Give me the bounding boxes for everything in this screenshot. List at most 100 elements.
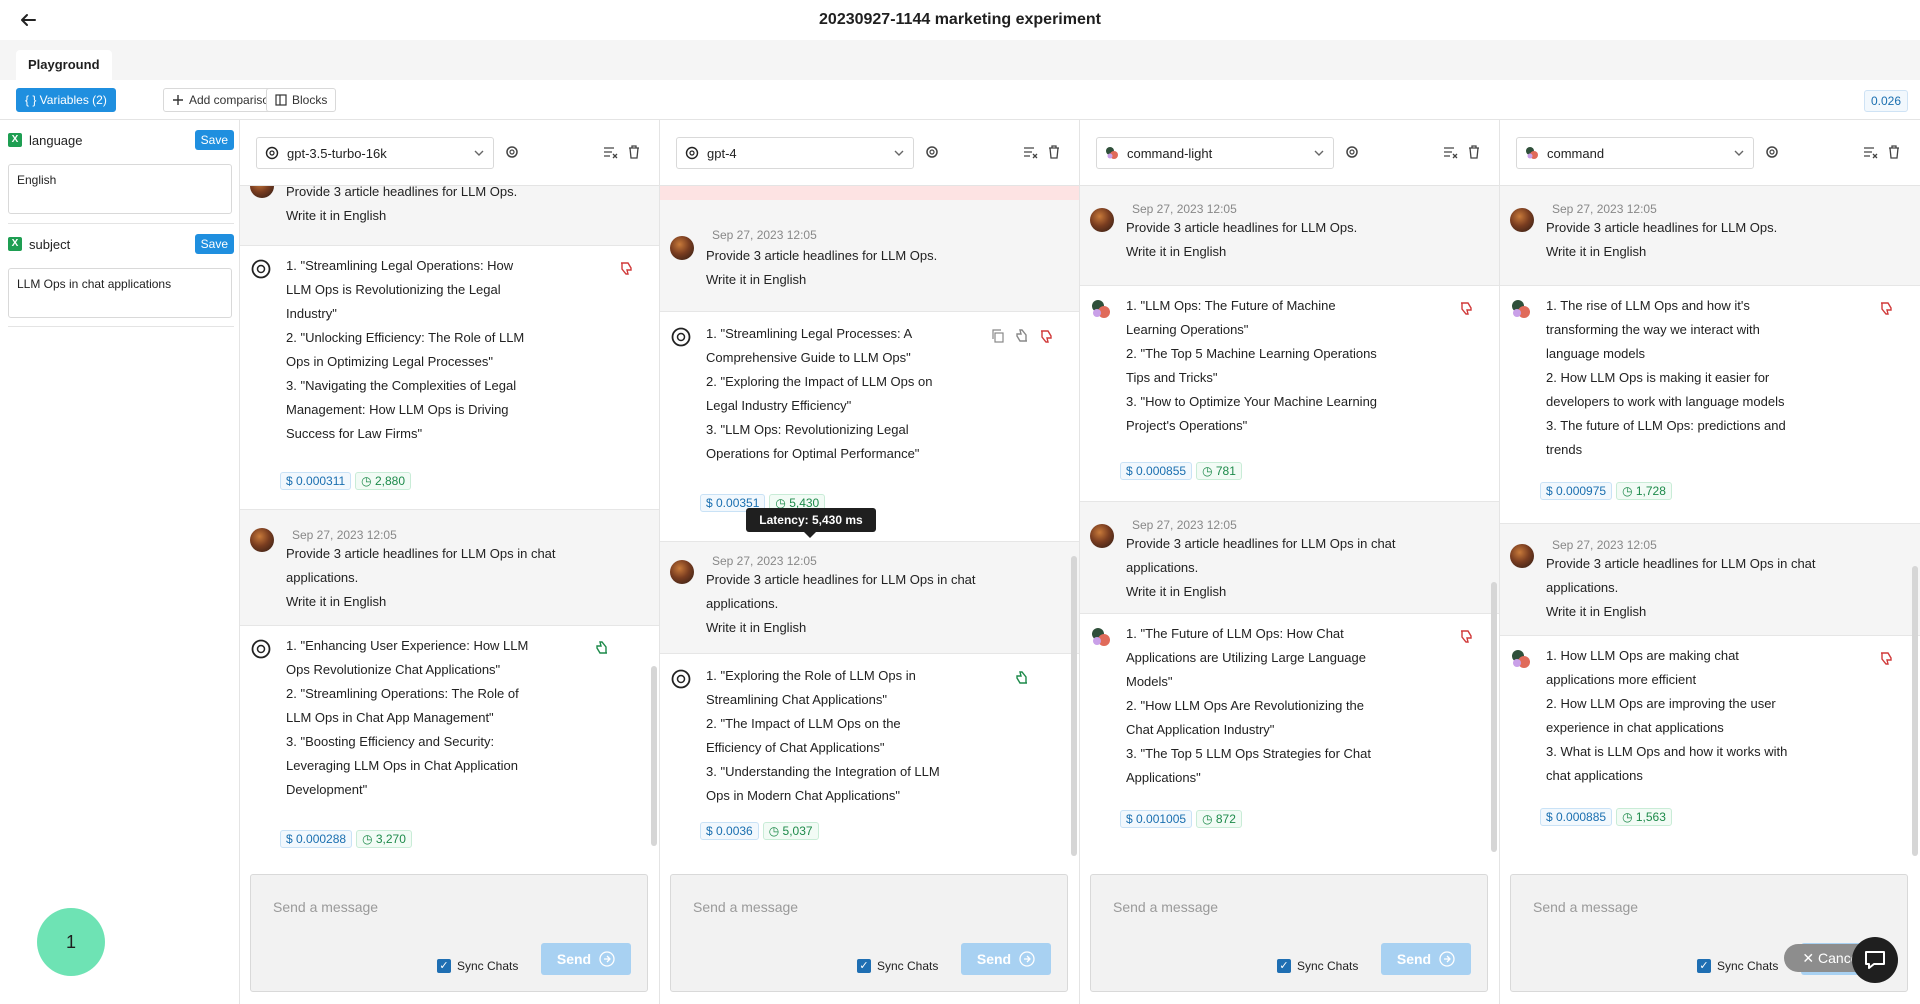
send-label: Send xyxy=(556,951,592,967)
thumbs-down-icon[interactable] xyxy=(1038,328,1054,344)
line: 2. "How LLM Ops Are Revolutionizing the xyxy=(1126,698,1365,713)
message-composer[interactable]: Send a message ✓Sync Chats Send xyxy=(1090,874,1488,992)
message-stats: $ 0.0036 ◷ 5,037 xyxy=(700,822,819,840)
scrollbar[interactable] xyxy=(1491,582,1497,852)
send-button[interactable]: Send xyxy=(541,943,631,975)
message-composer[interactable]: Send a message ✓Sync Chats Send xyxy=(250,874,648,992)
line: Applications are Utilizing Large Languag… xyxy=(1126,650,1366,665)
latency-value: 3,270 xyxy=(375,832,406,846)
line: LLM Ops is Revolutionizing the Legal xyxy=(286,282,501,297)
gear-icon[interactable] xyxy=(924,144,940,160)
sync-chats-checkbox[interactable]: ✓ Sync Chats xyxy=(1277,959,1358,973)
thumbs-up-icon[interactable] xyxy=(1014,328,1030,344)
support-chat-button[interactable] xyxy=(1852,937,1898,983)
line: Management: How LLM Ops is Driving xyxy=(286,402,509,417)
trash-icon[interactable] xyxy=(1046,144,1062,160)
clear-chat-icon[interactable] xyxy=(1022,144,1038,160)
clear-chat-icon[interactable] xyxy=(602,144,618,160)
save-button[interactable]: Save xyxy=(194,234,234,254)
message-text: 1. "LLM Ops: The Future of Machine Learn… xyxy=(1126,294,1377,438)
latency-badge[interactable]: ◷ 3,270 xyxy=(356,830,412,848)
latency-badge[interactable]: ◷ 5,037 xyxy=(762,822,819,840)
variable-value-field[interactable]: LLM Ops in chat applications xyxy=(8,268,232,318)
variables-button[interactable]: { } Variables (2) xyxy=(16,88,116,112)
trash-icon[interactable] xyxy=(1886,144,1902,160)
thumbs-down-icon[interactable] xyxy=(1878,650,1894,666)
line: 2. How LLM Ops is making it easier for xyxy=(1546,370,1770,385)
timestamp: Sep 27, 2023 12:05 xyxy=(1132,518,1237,532)
message-composer[interactable]: Send a message ✓Sync Chats Send xyxy=(670,874,1068,992)
line: Models" xyxy=(1126,674,1173,689)
message-input[interactable]: Send a message xyxy=(1113,899,1218,915)
divider xyxy=(8,223,234,224)
thumbs-up-icon[interactable] xyxy=(1014,670,1030,686)
notification-badge[interactable]: 1 xyxy=(37,908,105,976)
sync-chats-checkbox[interactable]: ✓ Sync Chats xyxy=(437,959,518,973)
message-stats: $ 0.000855 ◷ 781 xyxy=(1120,462,1242,480)
model-select[interactable]: command xyxy=(1516,137,1754,169)
message-list: Provide 3 article headlines for LLM Ops.… xyxy=(240,186,659,860)
line: 2. "Streamlining Operations: The Role of xyxy=(286,686,519,701)
check-icon: ✓ xyxy=(437,959,451,973)
save-button[interactable]: Save xyxy=(194,130,234,150)
gear-icon[interactable] xyxy=(1764,144,1780,160)
line: Provide 3 article headlines for LLM Ops. xyxy=(1546,220,1778,235)
message-input[interactable]: Send a message xyxy=(273,899,378,915)
clear-chat-icon[interactable] xyxy=(1442,144,1458,160)
model-select[interactable]: gpt-4 xyxy=(676,137,914,169)
blocks-button[interactable]: Blocks xyxy=(266,88,337,112)
trash-icon[interactable] xyxy=(626,144,642,160)
send-button[interactable]: Send xyxy=(1381,943,1471,975)
message-input[interactable]: Send a message xyxy=(693,899,798,915)
add-comparison-label: Add comparison xyxy=(189,93,276,107)
timestamp: Sep 27, 2023 12:05 xyxy=(1132,202,1237,216)
timestamp: Sep 27, 2023 12:05 xyxy=(712,228,817,242)
thumbs-down-icon[interactable] xyxy=(618,260,634,276)
gear-icon[interactable] xyxy=(1344,144,1360,160)
send-arrow-icon xyxy=(1019,951,1035,967)
scrollbar[interactable] xyxy=(1912,566,1918,856)
total-cost-badge: 0.026 xyxy=(1863,90,1908,112)
line: experience in chat applications xyxy=(1546,720,1724,735)
line: Write it in English xyxy=(706,272,807,287)
scrollbar[interactable] xyxy=(1071,556,1077,856)
line: Ops in Modern Chat Applications" xyxy=(706,788,900,803)
tab-playground[interactable]: Playground xyxy=(16,50,112,80)
line: applications more efficient xyxy=(1546,672,1697,687)
send-button[interactable]: Send xyxy=(961,943,1051,975)
user-message: Sep 27, 2023 12:05 Provide 3 article hea… xyxy=(660,542,1079,654)
latency-value: 1,563 xyxy=(1635,810,1666,824)
thumbs-down-icon[interactable] xyxy=(1458,628,1474,644)
model-name: gpt-3.5-turbo-16k xyxy=(287,145,387,161)
latency-badge[interactable]: ◷ 1,563 xyxy=(1616,808,1672,826)
thumbs-up-icon[interactable] xyxy=(594,640,610,656)
latency-badge[interactable]: ◷ 781 xyxy=(1196,462,1242,480)
sync-chats-checkbox[interactable]: ✓ Sync Chats xyxy=(1697,959,1778,973)
variable-value-field[interactable]: English xyxy=(8,164,232,214)
column-header: command xyxy=(1500,120,1920,186)
gear-icon[interactable] xyxy=(504,144,520,160)
latency-badge[interactable]: ◷ 872 xyxy=(1196,810,1242,828)
timestamp: Sep 27, 2023 12:05 xyxy=(1552,538,1657,552)
model-select[interactable]: gpt-3.5-turbo-16k xyxy=(256,137,494,169)
latency-badge[interactable]: ◷ 1,728 xyxy=(1616,482,1672,500)
model-select[interactable]: command-light xyxy=(1096,137,1334,169)
thumbs-down-icon[interactable] xyxy=(1878,300,1894,316)
variables-sidebar: X language Save English X subject Save L… xyxy=(0,120,240,1004)
column-header: gpt-3.5-turbo-16k xyxy=(240,120,659,186)
trash-icon[interactable] xyxy=(1466,144,1482,160)
line: Comprehensive Guide to LLM Ops" xyxy=(706,350,911,365)
scrollbar[interactable] xyxy=(651,666,657,846)
line: LLM Ops in Chat App Management" xyxy=(286,710,494,725)
copy-icon[interactable] xyxy=(990,328,1006,344)
sync-chats-checkbox[interactable]: ✓ Sync Chats xyxy=(857,959,938,973)
message-input[interactable]: Send a message xyxy=(1533,899,1638,915)
line: 3. "How to Optimize Your Machine Learnin… xyxy=(1126,394,1378,409)
latency-badge[interactable]: ◷ 2,880 xyxy=(355,472,412,490)
clear-chat-icon[interactable] xyxy=(1862,144,1878,160)
message-composer[interactable]: Send a message ✓Sync Chats Send xyxy=(1510,874,1908,992)
sync-label: Sync Chats xyxy=(877,959,939,973)
thumbs-down-icon[interactable] xyxy=(1458,300,1474,316)
send-arrow-icon xyxy=(599,951,615,967)
plus-icon xyxy=(173,95,183,105)
